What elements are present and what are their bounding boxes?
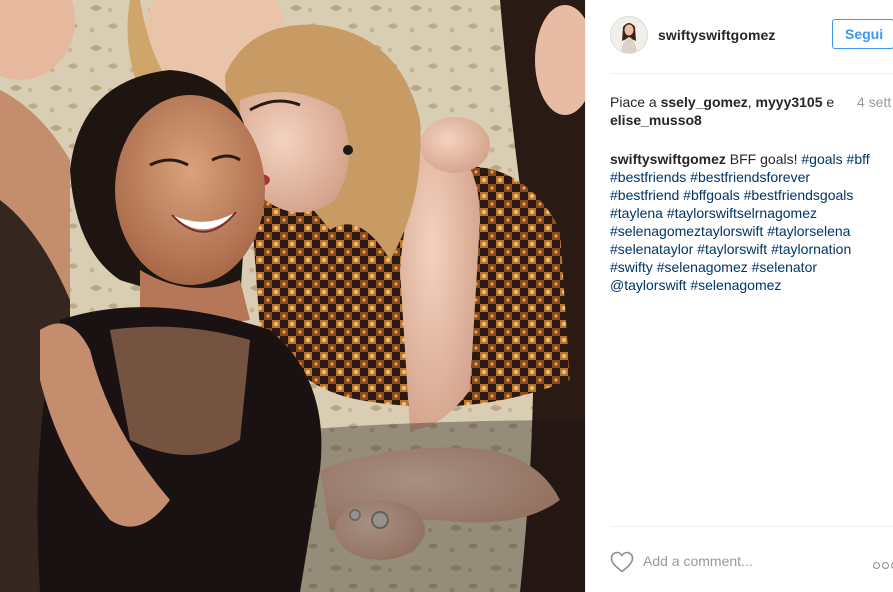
hashtag-link[interactable]: #selenagomez <box>657 259 748 275</box>
dot-icon <box>873 562 880 569</box>
dot-icon <box>882 562 889 569</box>
liker-link-3[interactable]: elise_musso8 <box>610 112 702 128</box>
likes-separator: , <box>747 94 756 110</box>
likes-prefix: Piace a <box>610 94 661 110</box>
photo-illustration <box>0 0 585 592</box>
comment-input[interactable] <box>643 551 843 571</box>
hashtag-link[interactable]: #bestfriends <box>610 169 686 185</box>
header-divider <box>610 73 893 74</box>
instagram-post-window: swiftyswiftgomez Segui Piace a ssely_gom… <box>0 0 893 592</box>
hashtag-link[interactable]: #taylorswift <box>697 241 767 257</box>
hashtag-link[interactable]: #selenataylor <box>610 241 693 257</box>
likes-summary: Piace a ssely_gomez, myyy3105 e elise_mu… <box>610 93 848 129</box>
hashtag-link[interactable]: #taylorselena <box>767 223 850 239</box>
caption-author[interactable]: swiftyswiftgomez <box>610 151 726 167</box>
avatar[interactable] <box>610 16 648 54</box>
post-header: swiftyswiftgomez Segui <box>610 16 893 56</box>
liker-link-1[interactable]: ssely_gomez <box>661 94 748 110</box>
hashtag-link[interactable]: #bff <box>847 151 870 167</box>
hashtag-link[interactable]: #bestfriendsgoals <box>744 187 854 203</box>
hashtag-link[interactable]: #goals <box>801 151 842 167</box>
hashtag-link[interactable]: #selenagomeztaylorswift <box>610 223 763 239</box>
heart-icon-svg <box>610 551 634 573</box>
likes-conjunction: e <box>822 94 835 110</box>
mention-link[interactable]: @taylorswift <box>610 277 686 293</box>
hashtag-link[interactable]: #selenator <box>752 259 817 275</box>
post-sidebar: swiftyswiftgomez Segui Piace a ssely_gom… <box>585 0 893 592</box>
hashtag-link[interactable]: #selenagomez <box>690 277 781 293</box>
more-options-icon[interactable] <box>873 556 893 569</box>
follow-button[interactable]: Segui <box>832 19 893 49</box>
post-caption: swiftyswiftgomez BFF goals! #goals #bff … <box>610 150 885 294</box>
hashtag-link[interactable]: #bestfriendsforever <box>690 169 810 185</box>
liker-link-2[interactable]: myyy3105 <box>756 94 823 110</box>
caption-text: BFF goals! <box>725 151 802 167</box>
hashtag-link[interactable]: #taylornation <box>771 241 851 257</box>
post-photo[interactable] <box>0 0 585 592</box>
hashtag-link[interactable]: #taylorswiftselrnagomez <box>667 205 817 221</box>
post-timestamp[interactable]: 4 sett <box>857 93 891 111</box>
comments-divider <box>610 526 893 527</box>
post-username[interactable]: swiftyswiftgomez <box>658 27 776 43</box>
hashtag-link[interactable]: #taylena <box>610 205 663 221</box>
heart-icon[interactable] <box>610 551 634 573</box>
hashtag-link[interactable]: #swifty <box>610 259 653 275</box>
hashtag-link[interactable]: #bffgoals <box>683 187 740 203</box>
avatar-image <box>611 17 647 53</box>
hashtag-link[interactable]: #bestfriend <box>610 187 679 203</box>
